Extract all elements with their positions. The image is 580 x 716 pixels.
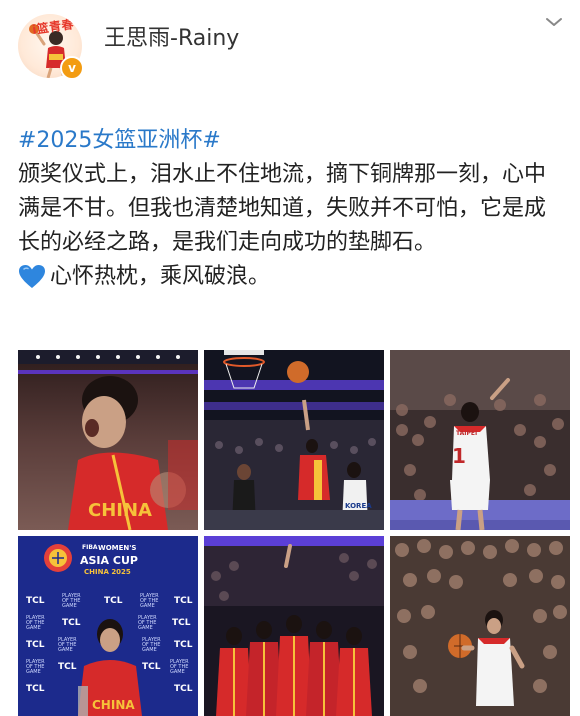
verified-badge-icon: v — [60, 56, 84, 80]
photo-4-logo-fiba: FIBA — [82, 544, 98, 551]
photo-4-sponsor-tcl: TCL — [62, 618, 81, 628]
photo-3-jersey-number: 1 — [452, 444, 466, 468]
photo-4-sponsor-tcl: TCL — [172, 618, 191, 628]
photo-3[interactable]: 1 TAIPEI — [390, 350, 570, 530]
photo-5-image — [204, 536, 384, 716]
photo-4-sponsor-tcl: TCL — [142, 662, 161, 672]
photo-1[interactable]: CHINA — [18, 350, 198, 530]
blue-heart-icon — [19, 265, 45, 288]
topic-hashtag-link[interactable]: #2025女篮亚洲杯# — [18, 124, 566, 158]
post-paragraph: 颁奖仪式上，泪水止不住地流，摘下铜牌那一刻，心中满是不甘。但我也清楚地知道，失败… — [18, 162, 547, 255]
photo-2-opponent-jersey: KOREA — [345, 502, 372, 510]
photo-6[interactable] — [390, 536, 570, 716]
photo-1-jersey-text: CHINA — [88, 500, 152, 521]
photo-4[interactable]: FIBA WOMEN'S ASIA CUP CHINA 2025 TCL PLA… — [18, 536, 198, 716]
photo-4-sponsor-tcl: TCL — [26, 684, 45, 694]
photo-4-sponsor-sub: PLAYER OF THE GAME — [26, 659, 45, 675]
post-body: #2025女篮亚洲杯# 颁奖仪式上，泪水止不住地流，摘下铜牌那一刻，心中满是不甘… — [18, 124, 566, 294]
photo-4-sponsor-sub: PLAYER OF THE GAME — [140, 593, 159, 609]
post-header: i篮青春 v 王思雨-Rainy — [0, 0, 580, 110]
photo-4-sponsor-sub: PLAYER OF THE GAME — [58, 637, 77, 653]
author-name[interactable]: 王思雨-Rainy — [104, 20, 239, 52]
photo-2[interactable]: KOREA — [204, 350, 384, 530]
photo-5[interactable] — [204, 536, 384, 716]
post-tail-text: 心怀热枕，乘风破浪。 — [50, 264, 271, 289]
photo-4-logo-asiacup: ASIA CUP — [80, 554, 138, 567]
photo-4-sponsor-sub: PLAYER OF THE GAME — [138, 615, 157, 631]
photo-4-sponsor-sub: PLAYER OF THE GAME — [26, 615, 45, 631]
photo-4-sponsor-tcl: TCL — [104, 596, 123, 606]
photo-4-sponsor-tcl: TCL — [174, 640, 193, 650]
photo-4-sponsor-sub: PLAYER OF THE GAME — [170, 659, 189, 675]
photo-4-logo-women: WOMEN'S — [98, 544, 137, 552]
more-options-button[interactable] — [540, 8, 568, 36]
photo-4-sponsor-tcl: TCL — [26, 640, 45, 650]
photo-4-logo-host: CHINA 2025 — [84, 568, 131, 576]
photo-4-sponsor-tcl: TCL — [174, 596, 193, 606]
photo-4-sponsor-tcl: TCL — [58, 662, 77, 672]
photo-4-sponsor-tcl: TCL — [174, 684, 193, 694]
photo-4-sponsor-sub: PLAYER OF THE GAME — [142, 637, 161, 653]
chevron-down-icon — [546, 18, 562, 26]
photo-4-sponsor-tcl: TCL — [26, 596, 45, 606]
photo-grid: CHINA KOREA 1 TAIPEI FIBA WOMEN'S ASIA C… — [18, 350, 570, 716]
photo-3-image — [390, 350, 570, 530]
verified-badge-label: v — [68, 61, 76, 75]
post-tail-line: 心怀热枕，乘风破浪。 — [18, 260, 566, 294]
photo-4-sponsor-sub: PLAYER OF THE GAME — [62, 593, 81, 609]
photo-6-image — [390, 536, 570, 716]
photo-4-jersey-text: CHINA — [92, 698, 135, 712]
photo-3-jersey-text: TAIPEI — [456, 430, 478, 437]
